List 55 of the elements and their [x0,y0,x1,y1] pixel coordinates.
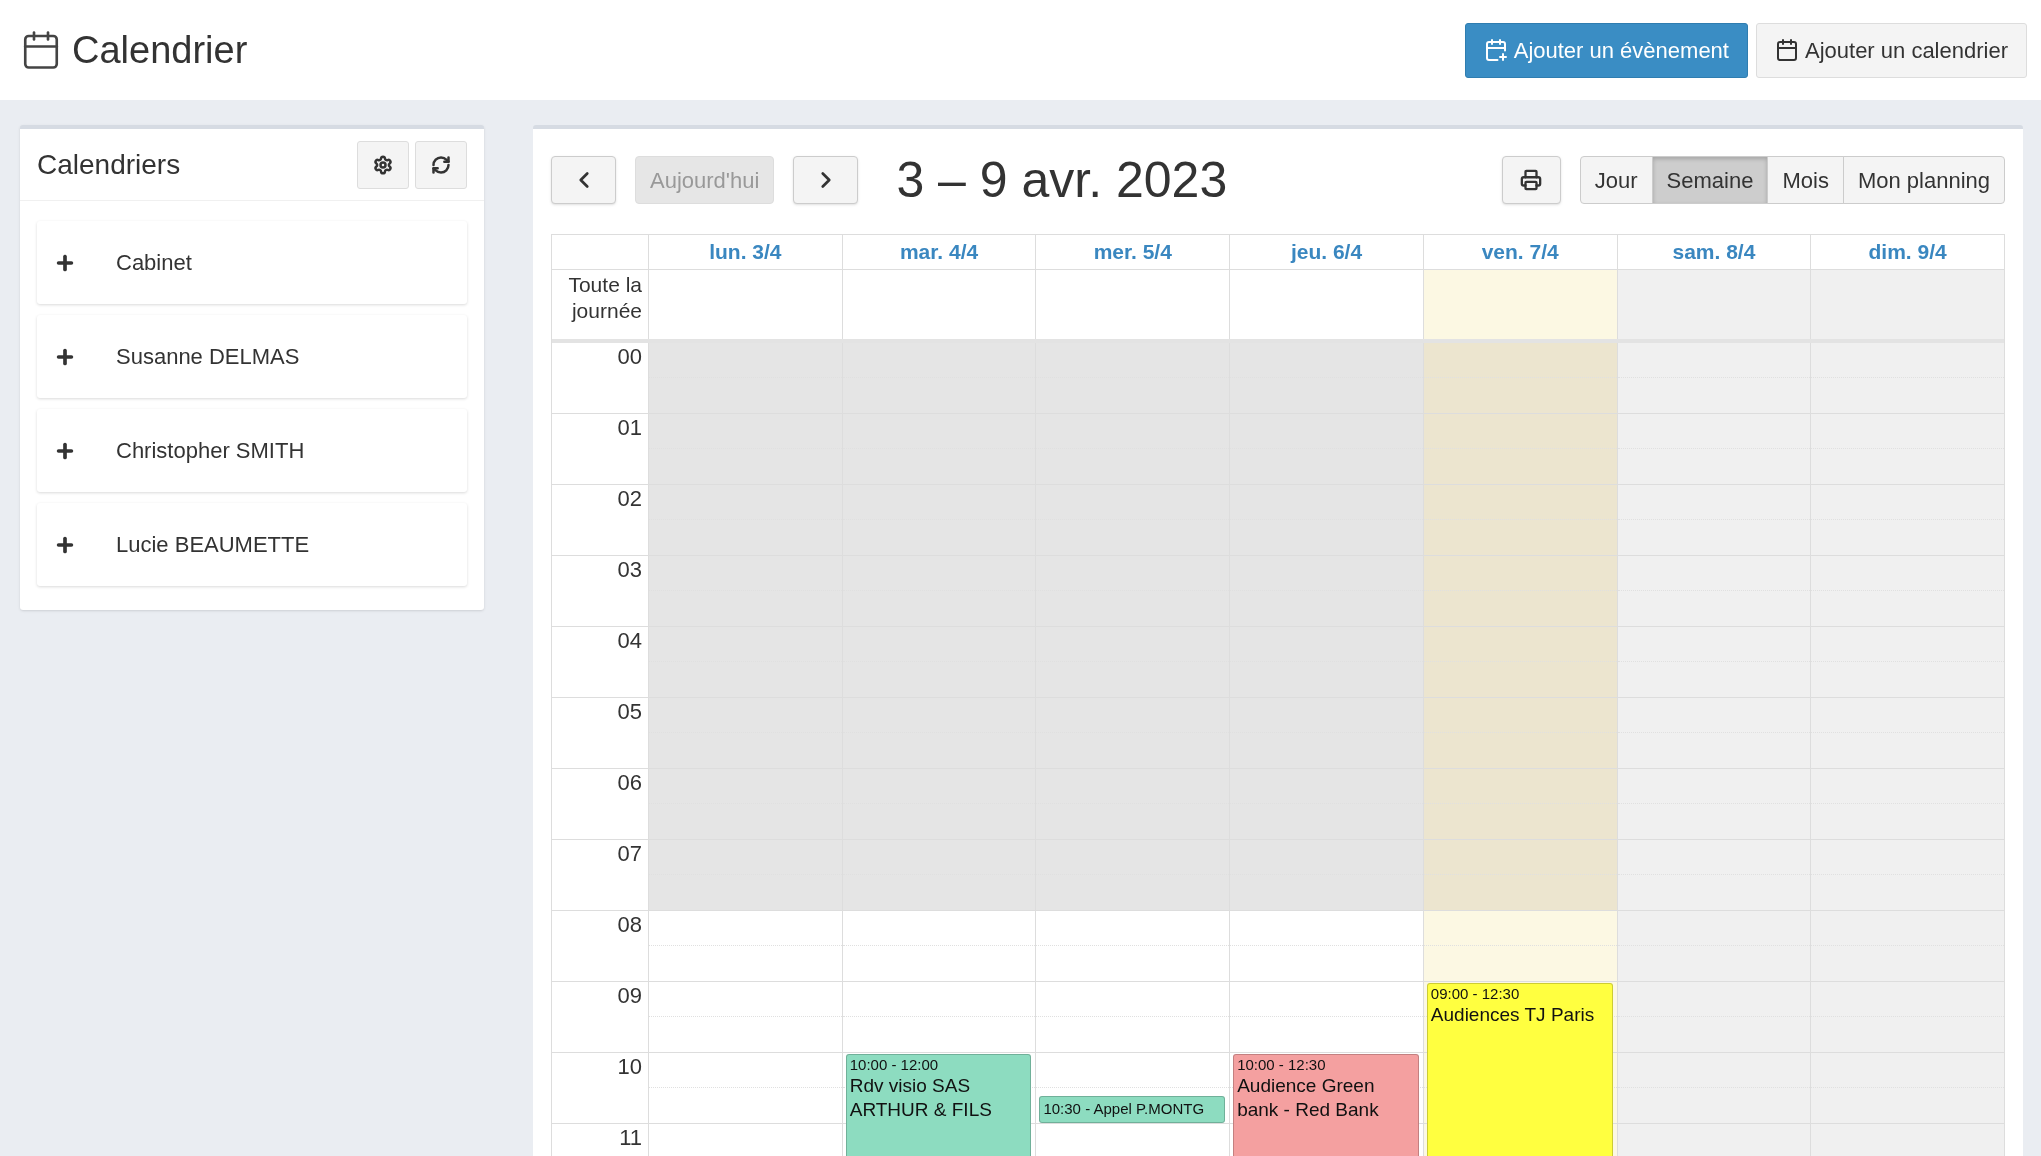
refresh-icon [431,154,451,175]
hour-label: 02 [617,486,642,511]
hour-label: 07 [617,841,642,866]
event-time: 10:00 - 12:00 [849,1056,940,1074]
calendar-event[interactable]: 10:00 - 12:30 Audience Green bank - Red Bank [1233,1054,1419,1156]
day-header: dim. 9/4 [1810,235,2004,269]
event-title: Audiences TJ Paris [1430,1003,1596,1027]
page-title: Calendrier [72,31,248,69]
view-tab[interactable]: Semaine [1651,156,1769,204]
view-tab[interactable]: Jour [1579,156,1653,204]
calendar-event[interactable]: 09:00 - 12:30 Audiences TJ Paris [1426,983,1613,1156]
calendar-name: Lucie BEAUMETTE [116,531,310,559]
print-button[interactable] [1501,156,1561,204]
calendar-item[interactable]: Cabinet [37,221,467,304]
print-icon [1520,169,1543,191]
hour-label: 11 [619,1125,642,1150]
calendar-item[interactable]: Susanne DELMAS [37,315,467,398]
all-day-label: Toute la journée [567,272,643,324]
settings-icon [373,154,393,175]
hour-label: 06 [617,770,642,795]
event-title: Audience Green bank - Red Bank [1237,1074,1380,1122]
refresh-button[interactable] [415,140,467,189]
hour-label: 08 [617,912,642,937]
view-tab[interactable]: Mois [1767,156,1844,204]
calendar-icon [1775,38,1799,62]
day-header: lun. 3/4 [648,235,842,269]
add-calendar-button[interactable]: Ajouter un calendrier [1756,22,2027,78]
add-event-button[interactable]: Ajouter un évènement [1464,22,1748,78]
calendar-event[interactable]: 10:00 - 12:00 Rdv visio SAS ARTHUR & FILS [845,1054,1032,1156]
event-time: 09:00 - 12:30 [1430,985,1521,1003]
calendar-name: Christopher SMITH [116,437,305,465]
hour-label: 09 [617,983,642,1008]
hour-label: 05 [617,699,642,724]
hour-label: 00 [617,344,642,369]
calendar-name: Susanne DELMAS [116,343,300,371]
day-header: ven. 7/4 [1422,235,1617,269]
calendar-item[interactable]: Lucie BEAUMETTE [37,503,467,586]
day-header: mar. 4/4 [841,235,1036,269]
hour-label: 01 [617,415,642,440]
calendar-plus-icon [1483,38,1508,62]
hour-label: 04 [617,628,642,653]
hour-label: 10 [617,1054,642,1079]
hour-label: 03 [617,557,642,582]
date-range-title: 3 – 9 avr. 2023 [896,150,1228,210]
day-header: sam. 8/4 [1616,235,1811,269]
day-header: mer. 5/4 [1035,235,1230,269]
event-time: 10:00 - 12:30 [1237,1056,1327,1074]
day-header: jeu. 6/4 [1229,235,1423,269]
calendar-item[interactable]: Christopher SMITH [37,409,467,492]
calendar-event[interactable]: 10:30 - Appel P.MONTG [1039,1095,1226,1123]
event-title: Rdv visio SAS ARTHUR & FILS [849,1074,993,1122]
calendar-name: Cabinet [116,249,192,277]
view-tab[interactable]: Mon planning [1842,156,2005,204]
settings-button[interactable] [357,140,409,189]
panel-title: Calendriers [37,147,181,182]
